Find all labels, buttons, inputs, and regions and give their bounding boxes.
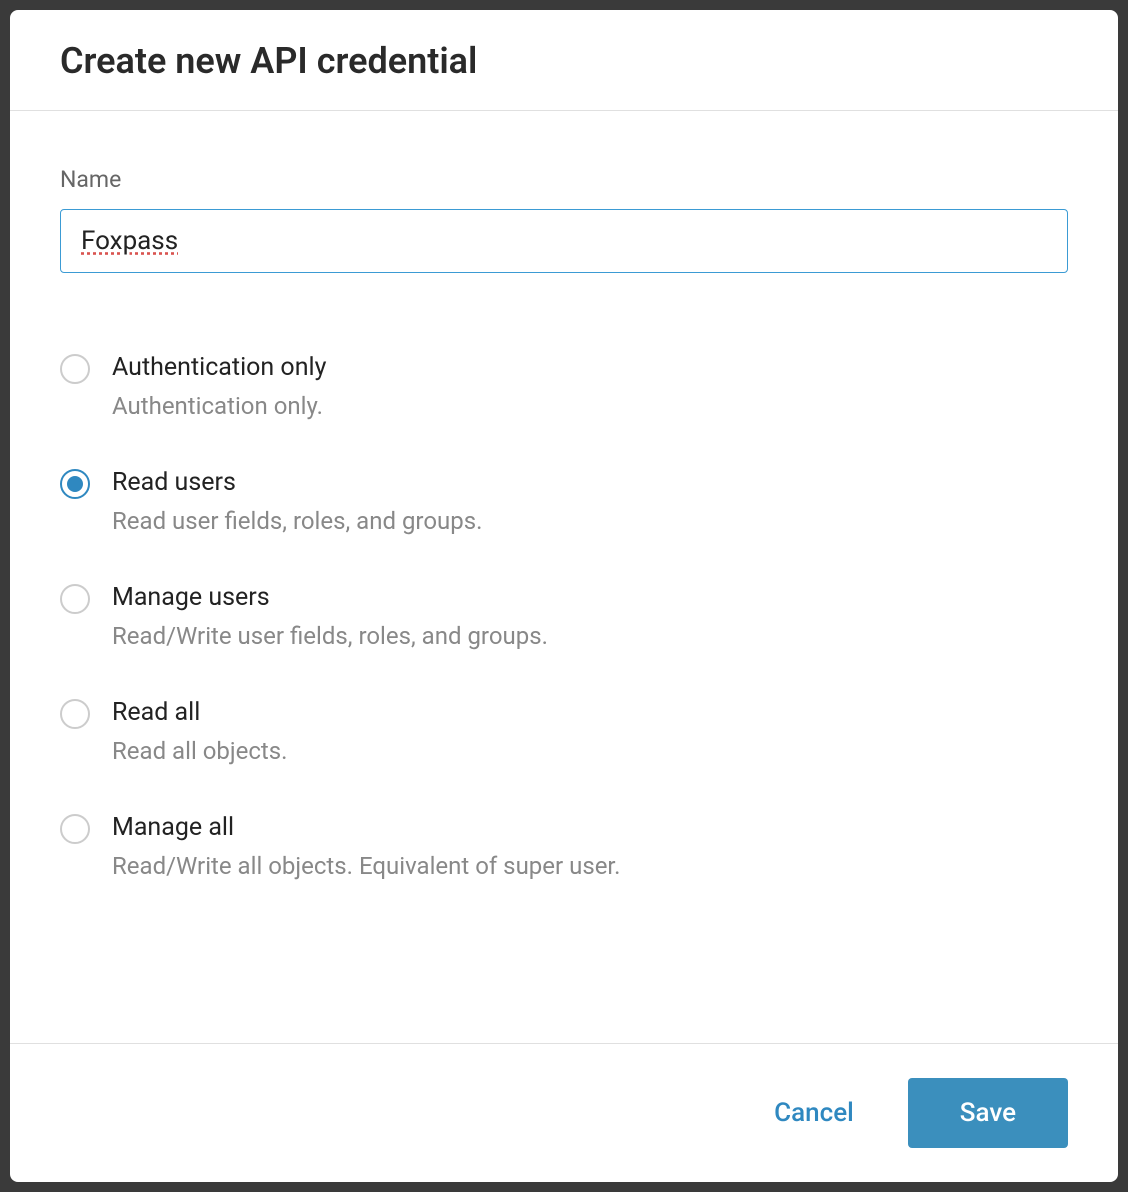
radio-text: Manage all Read/Write all objects. Equiv…: [112, 813, 620, 880]
radio-option-read-all[interactable]: Read all Read all objects.: [60, 698, 1068, 765]
modal-header: Create new API credential: [10, 10, 1118, 111]
radio-option-manage-users[interactable]: Manage users Read/Write user fields, rol…: [60, 583, 1068, 650]
radio-description: Read user fields, roles, and groups.: [112, 507, 482, 535]
radio-icon: [60, 699, 90, 729]
radio-icon: [60, 584, 90, 614]
radio-option-read-users[interactable]: Read users Read user fields, roles, and …: [60, 468, 1068, 535]
radio-description: Authentication only.: [112, 392, 326, 420]
radio-label: Authentication only: [112, 353, 326, 382]
name-label: Name: [60, 166, 1068, 193]
modal-footer: Cancel Save: [10, 1043, 1118, 1182]
permission-radio-group: Authentication only Authentication only.…: [60, 353, 1068, 880]
radio-icon: [60, 814, 90, 844]
radio-label: Read all: [112, 698, 288, 727]
radio-icon: [60, 354, 90, 384]
modal-body: Name Authentication only Authentication …: [10, 111, 1118, 1043]
radio-label: Read users: [112, 468, 482, 497]
radio-description: Read/Write all objects. Equivalent of su…: [112, 852, 620, 880]
name-input[interactable]: [60, 209, 1068, 273]
radio-label: Manage users: [112, 583, 548, 612]
radio-text: Manage users Read/Write user fields, rol…: [112, 583, 548, 650]
radio-description: Read/Write user fields, roles, and group…: [112, 622, 548, 650]
radio-label: Manage all: [112, 813, 620, 842]
radio-text: Read all Read all objects.: [112, 698, 288, 765]
save-button[interactable]: Save: [908, 1078, 1068, 1148]
radio-option-manage-all[interactable]: Manage all Read/Write all objects. Equiv…: [60, 813, 1068, 880]
radio-icon: [60, 469, 90, 499]
modal-title: Create new API credential: [60, 40, 1068, 82]
radio-description: Read all objects.: [112, 737, 288, 765]
create-credential-modal: Create new API credential Name Authentic…: [10, 10, 1118, 1182]
radio-text: Read users Read user fields, roles, and …: [112, 468, 482, 535]
radio-text: Authentication only Authentication only.: [112, 353, 326, 420]
radio-option-authentication-only[interactable]: Authentication only Authentication only.: [60, 353, 1068, 420]
cancel-button[interactable]: Cancel: [770, 1090, 858, 1136]
name-field-group: Name: [60, 166, 1068, 273]
